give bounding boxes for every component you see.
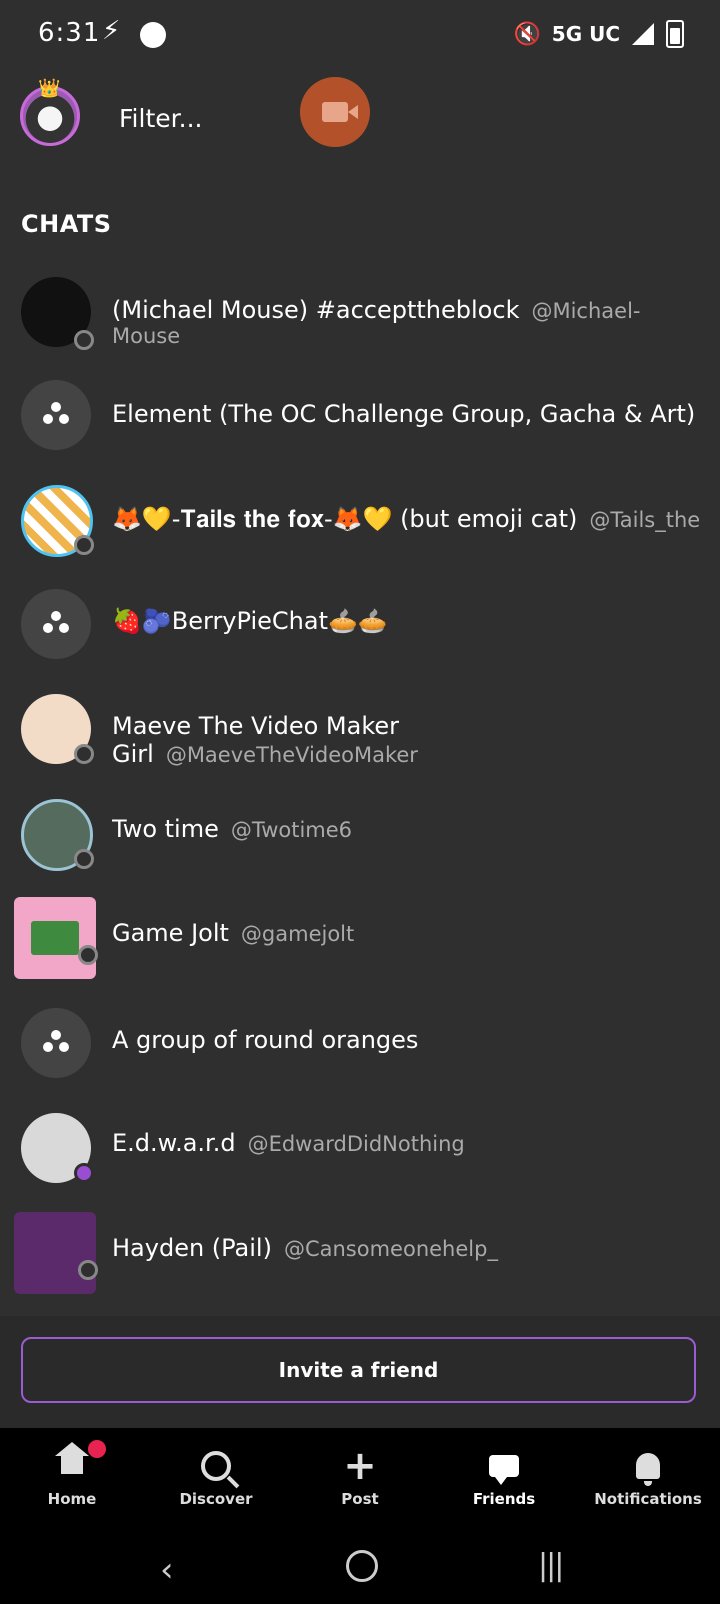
chat-name: Game Jolt [112,919,229,947]
invite-friend-button[interactable]: Invite a friend [21,1337,696,1403]
filter-input[interactable]: Filter... [119,104,202,133]
nav-discover[interactable]: Discover [144,1446,288,1508]
online-status-icon [74,1163,94,1183]
back-icon[interactable]: ‹ [160,1550,174,1590]
chat-name: 🦊💛-𝐓𝐚𝐢𝐥𝐬 𝐭𝐡𝐞 𝐟𝐨𝐱-🦊💛 (but emoji cat) [112,505,578,533]
chat-name: Hayden (Pail) [112,1234,272,1262]
battery-icon [666,20,684,48]
home-circle-icon[interactable] [346,1550,378,1582]
bell-icon [636,1453,660,1486]
notification-badge [88,1440,106,1458]
nav-discover-label: Discover [179,1490,253,1508]
chat-row[interactable]: Element (The OC Challenge Group, Gacha &… [0,374,720,478]
chat-row[interactable]: Game Jolt @gamejolt [0,897,720,1001]
chat-row[interactable]: Maeve The Video Maker Girl @MaeveTheVideo… [0,688,720,792]
home-icon [55,1442,89,1478]
chat-handle: @Tails_the [589,508,701,532]
system-nav-bar: ‹ ||| [0,1528,720,1604]
group-icon [41,402,71,428]
chats-heading: CHATS [21,210,112,238]
group-avatar [21,1008,91,1078]
chat-bubble-icon [489,1455,519,1485]
offline-status-icon [78,1260,98,1280]
video-call-button[interactable] [300,77,370,147]
offline-status-icon [74,330,94,350]
chat-row[interactable]: Hayden (Pail) @Cansomeonehelp_ [0,1212,720,1316]
group-icon [41,611,71,637]
chat-row[interactable]: 🍓🫐BerryPieChat🥧🥧 [0,583,720,687]
chat-name: (Michael Mouse) #accepttheblock [112,296,520,324]
nav-home-label: Home [47,1490,97,1508]
video-camera-icon [322,102,358,122]
nav-home[interactable]: Home [0,1442,144,1508]
nav-notifications[interactable]: Notifications [576,1446,720,1508]
bottom-nav: Home Discover + Post Friends Notificatio… [0,1428,720,1528]
chat-handle: @Cansomeonehelp_ [283,1237,498,1261]
nav-notifications-label: Notifications [594,1490,702,1508]
chat-row[interactable]: (Michael Mouse) #accepttheblock @Michael-… [0,270,720,374]
chat-row[interactable]: E.d.w.a.r.d @EdwardDidNothing [0,1107,720,1211]
flash-icon: ⚡ [102,16,121,46]
chat-name: E.d.w.a.r.d [112,1129,236,1157]
chat-handle: @MaeveTheVideoMaker [165,743,418,767]
chat-name: Element (The OC Challenge Group, Gacha &… [112,400,696,428]
notification-dot-icon [140,22,166,48]
offline-status-icon [78,945,98,965]
signal-icon [632,23,654,45]
status-bar: 6:31 ⚡ 5G UC [0,0,720,70]
chat-row[interactable]: Two time @Twotime6 [0,793,720,897]
offline-status-icon [74,849,94,869]
chat-name: Two time [112,815,219,843]
network-label: 5G UC [551,22,620,46]
group-avatar [21,589,91,659]
chat-row[interactable]: 🦊💛-𝐓𝐚𝐢𝐥𝐬 𝐭𝐡𝐞 𝐟𝐨𝐱-🦊💛 (but emoji cat) @Tail… [0,479,720,583]
computer-icon [31,921,79,955]
group-icon [41,1030,71,1056]
group-avatar [21,380,91,450]
status-time: 6:31 [38,18,101,48]
chat-row[interactable]: A group of round oranges [0,1002,720,1106]
avatar [14,897,96,979]
chat-name: A group of round oranges [112,1026,419,1054]
mute-icon [514,22,540,46]
avatar [14,1212,96,1294]
chat-name: 🍓🫐BerryPieChat🥧🥧 [112,607,388,635]
chat-handle: @gamejolt [240,922,355,946]
nav-friends-label: Friends [472,1490,536,1508]
offline-status-icon [74,535,94,555]
offline-status-icon [74,744,94,764]
chat-handle: @EdwardDidNothing [247,1132,465,1156]
recent-apps-icon[interactable]: ||| [538,1548,564,1583]
crown-icon: 👑 [38,78,61,99]
plus-icon: + [343,1443,377,1489]
nav-post[interactable]: + Post [288,1443,432,1508]
nav-post-label: Post [341,1490,379,1508]
chat-handle: @Twotime6 [230,818,353,842]
search-icon [201,1451,231,1481]
nav-friends[interactable]: Friends [432,1446,576,1508]
